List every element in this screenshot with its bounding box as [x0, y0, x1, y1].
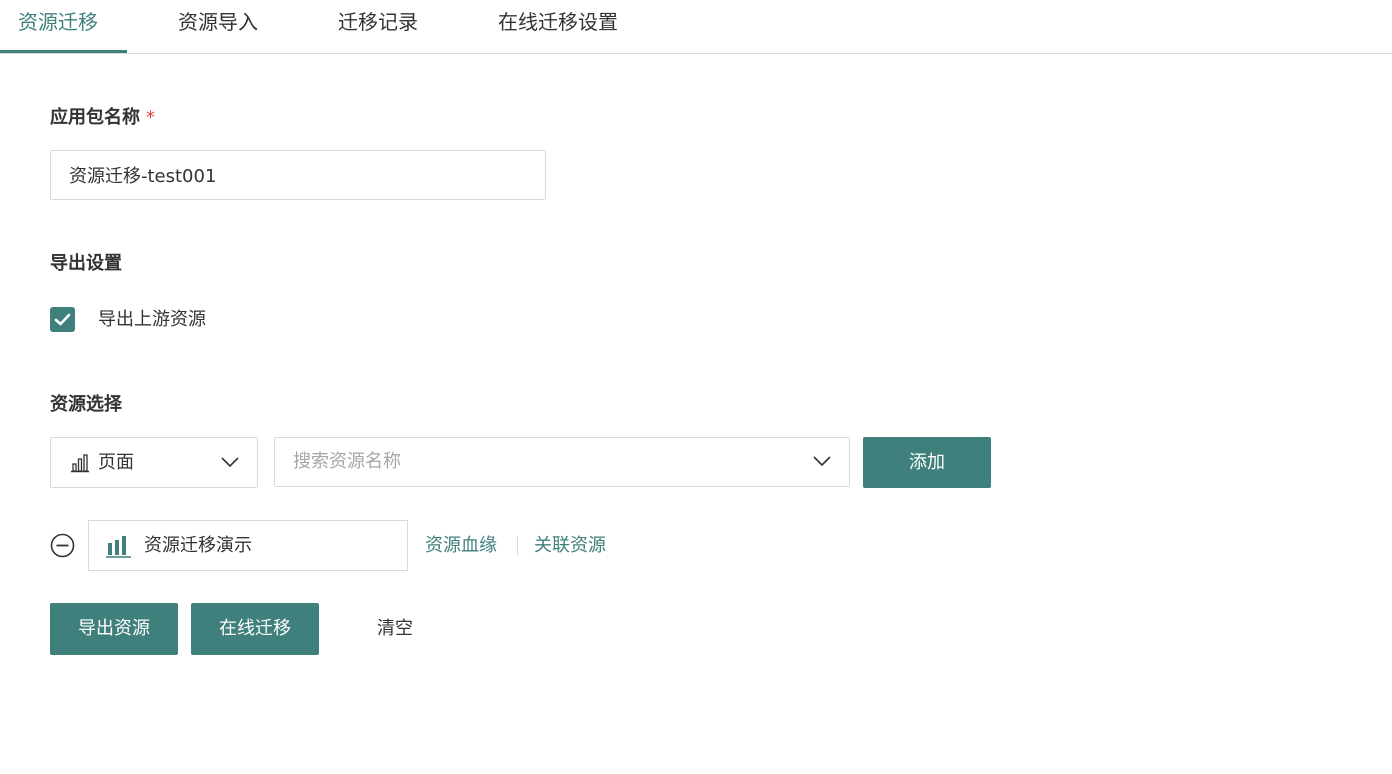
- tab-resource-migration[interactable]: 资源迁移: [18, 0, 98, 53]
- active-tab-indicator: [0, 50, 127, 53]
- checkmark-icon: [54, 313, 71, 326]
- export-upstream-checkbox[interactable]: [50, 307, 75, 332]
- tab-resource-import[interactable]: 资源导入: [178, 0, 258, 53]
- resource-search-placeholder: 搜索资源名称: [293, 451, 401, 472]
- selected-resource-name: 资源迁移演示: [144, 535, 252, 556]
- chevron-down-icon: [813, 456, 831, 467]
- package-name-label-text: 应用包名称: [50, 107, 140, 128]
- tab-migration-records[interactable]: 迁移记录: [338, 0, 418, 53]
- resource-search-select[interactable]: 搜索资源名称: [274, 437, 850, 487]
- package-name-label: 应用包名称 *: [50, 103, 155, 129]
- resource-type-value: 页面: [98, 452, 134, 473]
- package-name-input[interactable]: [50, 150, 546, 200]
- bar-chart-icon: [106, 536, 131, 558]
- remove-circle-icon[interactable]: [50, 533, 75, 558]
- clear-button[interactable]: 清空: [356, 603, 434, 655]
- add-button[interactable]: 添加: [863, 437, 991, 488]
- tab-online-migration-settings[interactable]: 在线迁移设置: [498, 0, 618, 53]
- online-migrate-button[interactable]: 在线迁移: [191, 603, 319, 655]
- link-divider: [517, 536, 518, 555]
- related-resources-link[interactable]: 关联资源: [534, 520, 606, 571]
- export-upstream-label: 导出上游资源: [98, 309, 206, 330]
- resource-select-label: 资源选择: [50, 394, 122, 415]
- selected-resource-item: 资源迁移演示: [88, 520, 408, 571]
- export-settings-label: 导出设置: [50, 253, 122, 274]
- export-resources-button[interactable]: 导出资源: [50, 603, 178, 655]
- chevron-down-icon: [221, 457, 239, 468]
- resource-type-select[interactable]: 页面: [50, 437, 258, 488]
- tab-bar: 资源迁移 资源导入 迁移记录 在线迁移设置: [0, 0, 1392, 54]
- required-mark: *: [146, 107, 155, 128]
- resource-lineage-link[interactable]: 资源血缘: [425, 520, 497, 571]
- bar-chart-outline-icon: [71, 454, 89, 473]
